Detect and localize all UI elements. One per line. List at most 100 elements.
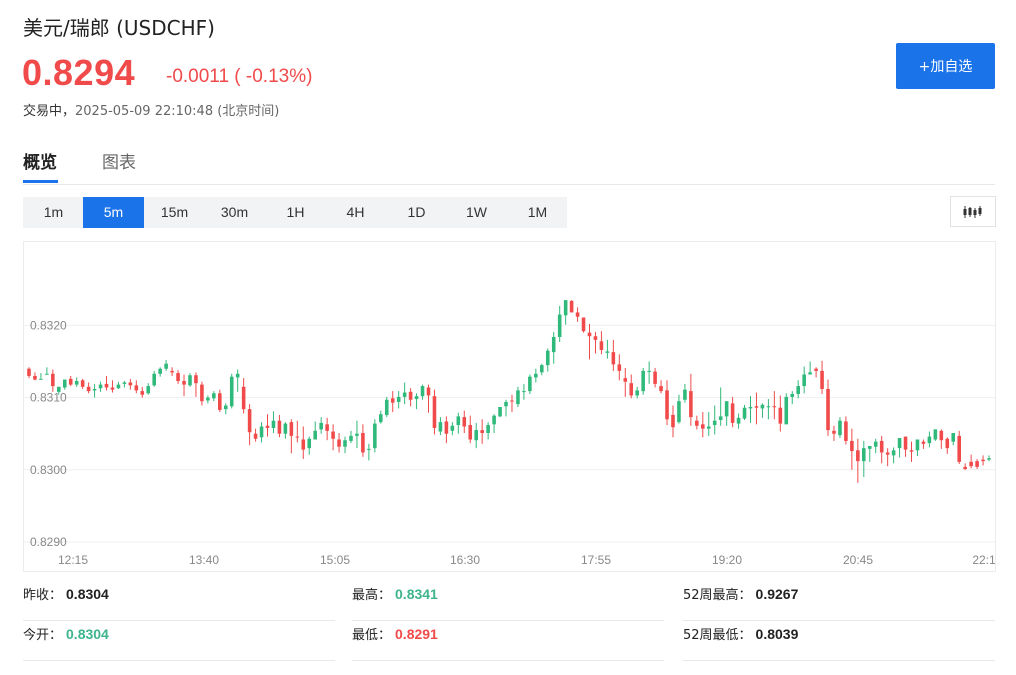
y-tick-label: 0.8310 bbox=[30, 391, 67, 405]
candle-body bbox=[116, 384, 121, 389]
period-1w[interactable]: 1W bbox=[446, 197, 507, 228]
candle bbox=[724, 401, 729, 426]
candle-body bbox=[313, 430, 317, 440]
add-to-watchlist-button[interactable]: +加自选 bbox=[896, 43, 995, 89]
candle bbox=[307, 436, 312, 455]
candle bbox=[104, 375, 109, 391]
candle-body bbox=[301, 439, 306, 450]
candle-body bbox=[379, 414, 383, 423]
stat-open: 今开： 0.8304 bbox=[23, 624, 335, 661]
candle bbox=[128, 378, 133, 390]
candle bbox=[695, 415, 699, 430]
active-tab-indicator bbox=[23, 180, 58, 183]
candle bbox=[742, 404, 747, 420]
candle bbox=[122, 381, 127, 388]
tab-chart[interactable]: 图表 bbox=[102, 148, 136, 173]
period-5m[interactable]: 5m bbox=[83, 197, 144, 228]
candle bbox=[170, 367, 174, 376]
period-1mo[interactable]: 1M bbox=[507, 197, 568, 228]
candle bbox=[86, 382, 91, 394]
candle-body bbox=[122, 382, 127, 384]
candle-body bbox=[802, 374, 806, 387]
candle bbox=[545, 348, 550, 372]
candle-body bbox=[486, 425, 490, 433]
candle bbox=[766, 399, 771, 420]
candle-body bbox=[408, 391, 413, 400]
candle-body bbox=[104, 383, 109, 388]
candle-body bbox=[307, 438, 312, 449]
candle bbox=[802, 366, 806, 394]
candle-body bbox=[80, 380, 85, 387]
candle-body bbox=[933, 429, 938, 440]
candle bbox=[879, 435, 884, 464]
period-1h[interactable]: 1H bbox=[265, 197, 326, 228]
candle bbox=[271, 411, 276, 433]
candle bbox=[331, 424, 335, 451]
candle bbox=[379, 410, 383, 424]
candle bbox=[760, 403, 765, 418]
period-30m[interactable]: 30m bbox=[204, 197, 265, 228]
tab-bar: 概览 图表 bbox=[23, 146, 995, 185]
candle-body bbox=[599, 341, 604, 350]
candle-body bbox=[671, 414, 675, 428]
candle bbox=[689, 373, 693, 426]
candle-body bbox=[176, 373, 180, 382]
candle bbox=[468, 415, 473, 444]
candle-body bbox=[396, 396, 401, 402]
candle bbox=[862, 440, 866, 478]
candle-body bbox=[975, 461, 979, 467]
candle-body bbox=[223, 405, 228, 410]
x-tick-label: 15:05 bbox=[320, 553, 350, 567]
candle-body bbox=[528, 376, 532, 392]
candle-body bbox=[146, 386, 151, 394]
price-change: -0.0011 ( -0.13%) bbox=[166, 66, 313, 87]
candle bbox=[438, 417, 443, 436]
chart-type-toggle[interactable] bbox=[950, 196, 996, 227]
candle bbox=[188, 373, 192, 387]
price-chart[interactable]: 0.8320 0.8310 0.8300 0.8290 12:15 13:40 15:05 1… bbox=[23, 241, 996, 572]
candle-body bbox=[724, 401, 729, 417]
candle bbox=[116, 381, 121, 389]
candle-body bbox=[212, 393, 216, 399]
candle-body bbox=[45, 373, 49, 375]
candle bbox=[361, 424, 365, 457]
candle bbox=[897, 438, 902, 458]
candle bbox=[444, 416, 449, 444]
candle-body bbox=[92, 388, 97, 391]
candle-body bbox=[778, 407, 783, 424]
candle-body bbox=[456, 416, 461, 426]
candle-body bbox=[241, 386, 246, 410]
candle-body bbox=[587, 332, 592, 337]
candle-body bbox=[957, 435, 961, 462]
candle-body bbox=[784, 396, 789, 425]
candle-body bbox=[128, 382, 133, 386]
period-15m[interactable]: 15m bbox=[144, 197, 205, 228]
candle-body bbox=[915, 439, 920, 451]
candle bbox=[516, 386, 520, 407]
candle-body bbox=[522, 391, 526, 393]
candle-body bbox=[432, 396, 437, 428]
period-1d[interactable]: 1D bbox=[386, 197, 447, 228]
candle-body bbox=[623, 378, 628, 382]
candle bbox=[51, 369, 55, 392]
period-selector: 1m 5m 15m 30m 1H 4H 1D 1W 1M bbox=[23, 197, 567, 228]
candle-body bbox=[426, 387, 431, 396]
candle-body bbox=[140, 391, 145, 395]
candle-body bbox=[534, 373, 538, 378]
candle-body bbox=[844, 421, 848, 441]
candle bbox=[313, 421, 317, 440]
candle-body bbox=[158, 368, 162, 374]
stat-label: 昨收： bbox=[23, 588, 63, 603]
candle-body bbox=[873, 441, 878, 447]
candle-body bbox=[62, 379, 67, 388]
candle-body bbox=[593, 336, 598, 340]
period-1m[interactable]: 1m bbox=[23, 197, 84, 228]
candle-body bbox=[981, 459, 985, 462]
period-4h[interactable]: 4H bbox=[325, 197, 386, 228]
candle-body bbox=[820, 370, 824, 389]
tab-overview[interactable]: 概览 bbox=[23, 148, 57, 173]
quote-timestamp: 2025-05-09 22:10:48 bbox=[75, 104, 214, 119]
candle-body bbox=[152, 373, 156, 386]
trading-status: 交易中，2025-05-09 22:10:48 (北京时间) bbox=[23, 100, 279, 119]
candle bbox=[659, 380, 663, 394]
